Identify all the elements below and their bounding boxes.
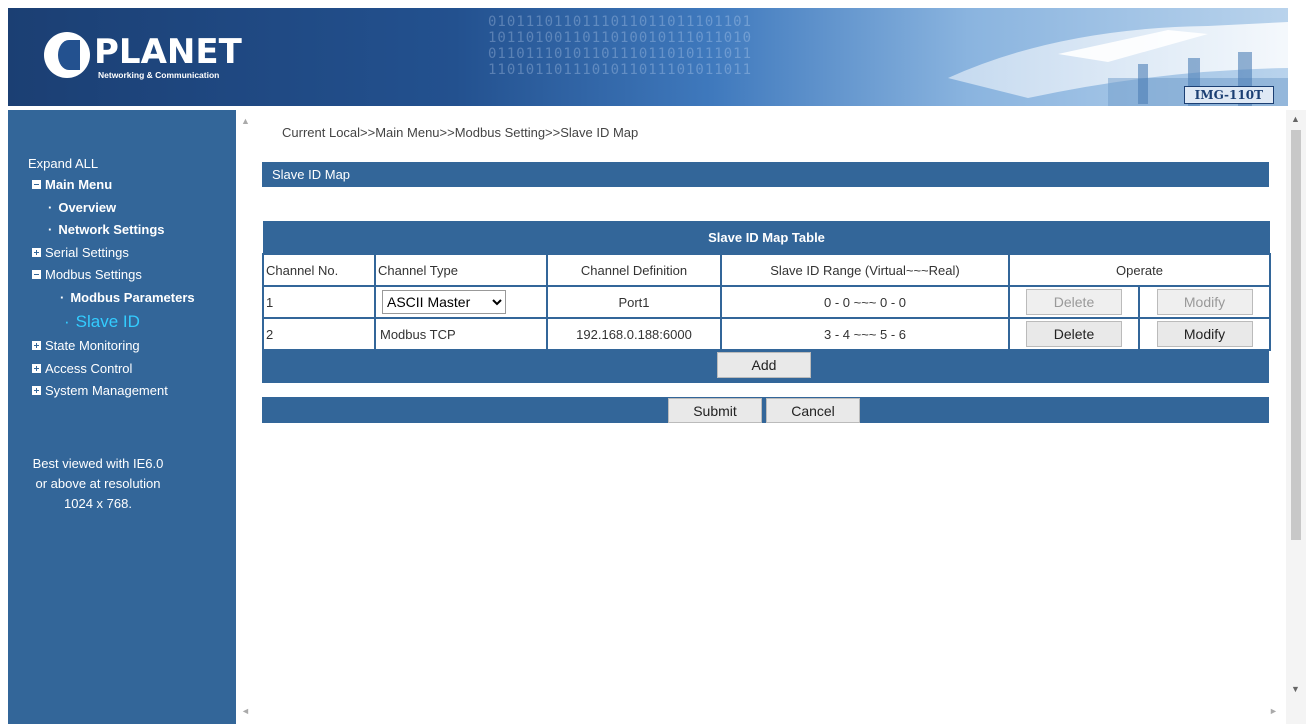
channel-no-cell: 2 [262, 317, 376, 351]
column-header: Channel Definition [546, 253, 722, 287]
sidebar-item-label: Overview [58, 199, 117, 215]
plus-box-icon [32, 341, 41, 350]
model-badge: IMG-110T [1183, 86, 1274, 104]
delete-button[interactable]: Delete [1026, 321, 1122, 347]
brand-tagline: Networking & Communication [98, 70, 220, 80]
sidebar-item-access-control[interactable]: Access Control [8, 358, 236, 381]
page-title-bar: Slave ID Map [262, 162, 1269, 187]
sidebar-item-state-monitoring[interactable]: State Monitoring [8, 335, 236, 358]
channel-type-text: Modbus TCP [380, 326, 456, 342]
bullet-icon: · [48, 199, 53, 215]
bullet-icon: · [64, 312, 70, 331]
slave-id-map-table: Slave ID Map Table Channel No. Channel T… [262, 221, 1272, 351]
bullet-icon: · [60, 289, 65, 305]
channel-type-select[interactable]: ASCII Master [382, 290, 506, 314]
modify-cell: Modify [1137, 285, 1272, 319]
sidebar-item-label: Access Control [45, 360, 133, 376]
page-title: Slave ID Map [272, 167, 351, 182]
table-row: 1 ASCII Master Port1 0 - 0 ~~~ 0 - 0 Del… [262, 285, 1272, 319]
add-row: Add [262, 351, 1269, 383]
channel-no-cell: 1 [262, 285, 376, 319]
best-viewed-line: 1024 x 768. [64, 496, 132, 511]
sidebar-item-label: Serial Settings [45, 244, 129, 260]
channel-type-cell: Modbus TCP [374, 317, 548, 351]
delete-button[interactable]: Delete [1026, 289, 1122, 315]
sidebar-menu: Main Menu · Overview · Network Settings Se… [8, 174, 236, 403]
modify-button[interactable]: Modify [1156, 321, 1253, 347]
delete-cell: Delete [1008, 317, 1140, 351]
sidebar-item-label: Modbus Parameters [70, 289, 195, 305]
plus-box-icon [32, 363, 41, 373]
frame-scroll-left-icon[interactable]: ◄ [241, 706, 250, 716]
best-viewed-line: or above at resolution [35, 476, 161, 491]
sidebar-item-modbus-settings[interactable]: Modbus Settings [8, 264, 236, 287]
scrollbar-thumb[interactable] [1291, 130, 1301, 540]
column-header: Operate [1007, 253, 1272, 287]
expand-all-link[interactable]: Expand ALL [28, 156, 98, 171]
sidebar-item-label: System Management [45, 383, 168, 398]
slave-id-range-cell: 3 - 4 ~~~ 5 - 6 [720, 317, 1010, 351]
add-button[interactable]: Add [717, 352, 811, 378]
planet-logo: PLANET Networking & Communication [44, 32, 264, 88]
minus-box-icon [32, 270, 41, 279]
breadcrumb: Current Local>>Main Menu>>Modbus Setting… [282, 125, 639, 140]
scroll-up-icon[interactable]: ▲ [1291, 114, 1300, 124]
sidebar-item-label: Network Settings [58, 222, 165, 237]
header-banner: 0101110110111011011011101101 10110100110… [8, 8, 1288, 106]
slave-id-range-cell: 0 - 0 ~~~ 0 - 0 [720, 285, 1010, 319]
vertical-scrollbar[interactable]: ▲ ▼ [1286, 110, 1306, 724]
column-header: Channel No. [262, 253, 376, 287]
sidebar-item-modbus-parameters[interactable]: · Modbus Parameters [8, 287, 236, 310]
best-viewed-note: Best viewed with IE6.0 or above at resol… [8, 454, 188, 514]
sidebar-item-label: State Monitoring [45, 338, 140, 353]
table-header-row: Channel No. Channel Type Channel Definit… [262, 253, 1272, 287]
sidebar-item-serial-settings[interactable]: Serial Settings [8, 242, 236, 265]
bullet-icon: · [48, 222, 53, 237]
channel-definition-cell: Port1 [546, 285, 722, 319]
minus-box-icon [32, 180, 41, 189]
slave-id-map-table-wrap: Slave ID Map Table Channel No. Channel T… [262, 221, 1272, 383]
table-row: 2 Modbus TCP 192.168.0.188:6000 3 - 4 ~~… [262, 317, 1272, 351]
plus-box-icon [32, 247, 41, 257]
submit-bar: Submit Cancel [262, 397, 1269, 423]
sidebar: Expand ALL Main Menu · Overview · Network … [8, 110, 236, 724]
brand-name: PLANET [94, 32, 242, 72]
sidebar-item-network-settings[interactable]: · Network Settings [8, 219, 236, 242]
planet-logo-icon [44, 32, 90, 78]
frame-scroll-right-icon[interactable]: ► [1269, 706, 1278, 716]
sidebar-item-overview[interactable]: · Overview [8, 197, 236, 220]
submit-button[interactable]: Submit [668, 398, 762, 423]
sidebar-item-main-menu[interactable]: Main Menu [8, 174, 236, 197]
sidebar-item-label: Modbus Settings [45, 267, 142, 282]
channel-type-cell: ASCII Master [374, 285, 548, 319]
sidebar-item-label: Slave ID [75, 312, 140, 331]
sidebar-item-label: Main Menu [45, 177, 113, 192]
best-viewed-line: Best viewed with IE6.0 [32, 456, 164, 471]
frame-scroll-up-icon[interactable]: ▲ [241, 116, 250, 126]
sidebar-item-slave-id[interactable]: · Slave ID [8, 309, 236, 335]
sidebar-item-system-management[interactable]: System Management [8, 380, 236, 403]
delete-cell: Delete [1008, 285, 1140, 319]
modify-button[interactable]: Modify [1156, 289, 1253, 315]
plus-box-icon [32, 386, 41, 395]
column-header: Channel Type [374, 253, 548, 287]
table-caption: Slave ID Map Table [263, 221, 1271, 254]
main-content: Current Local>>Main Menu>>Modbus Setting… [236, 110, 1282, 724]
column-header: Slave ID Range (Virtual~~~Real) [720, 253, 1010, 287]
channel-definition-cell: 192.168.0.188:6000 [546, 317, 722, 351]
scroll-down-icon[interactable]: ▼ [1291, 684, 1300, 694]
binary-pattern: 0101110110111011011011101101 10110100110… [488, 14, 753, 78]
modify-cell: Modify [1137, 317, 1272, 351]
cancel-button[interactable]: Cancel [766, 398, 860, 423]
